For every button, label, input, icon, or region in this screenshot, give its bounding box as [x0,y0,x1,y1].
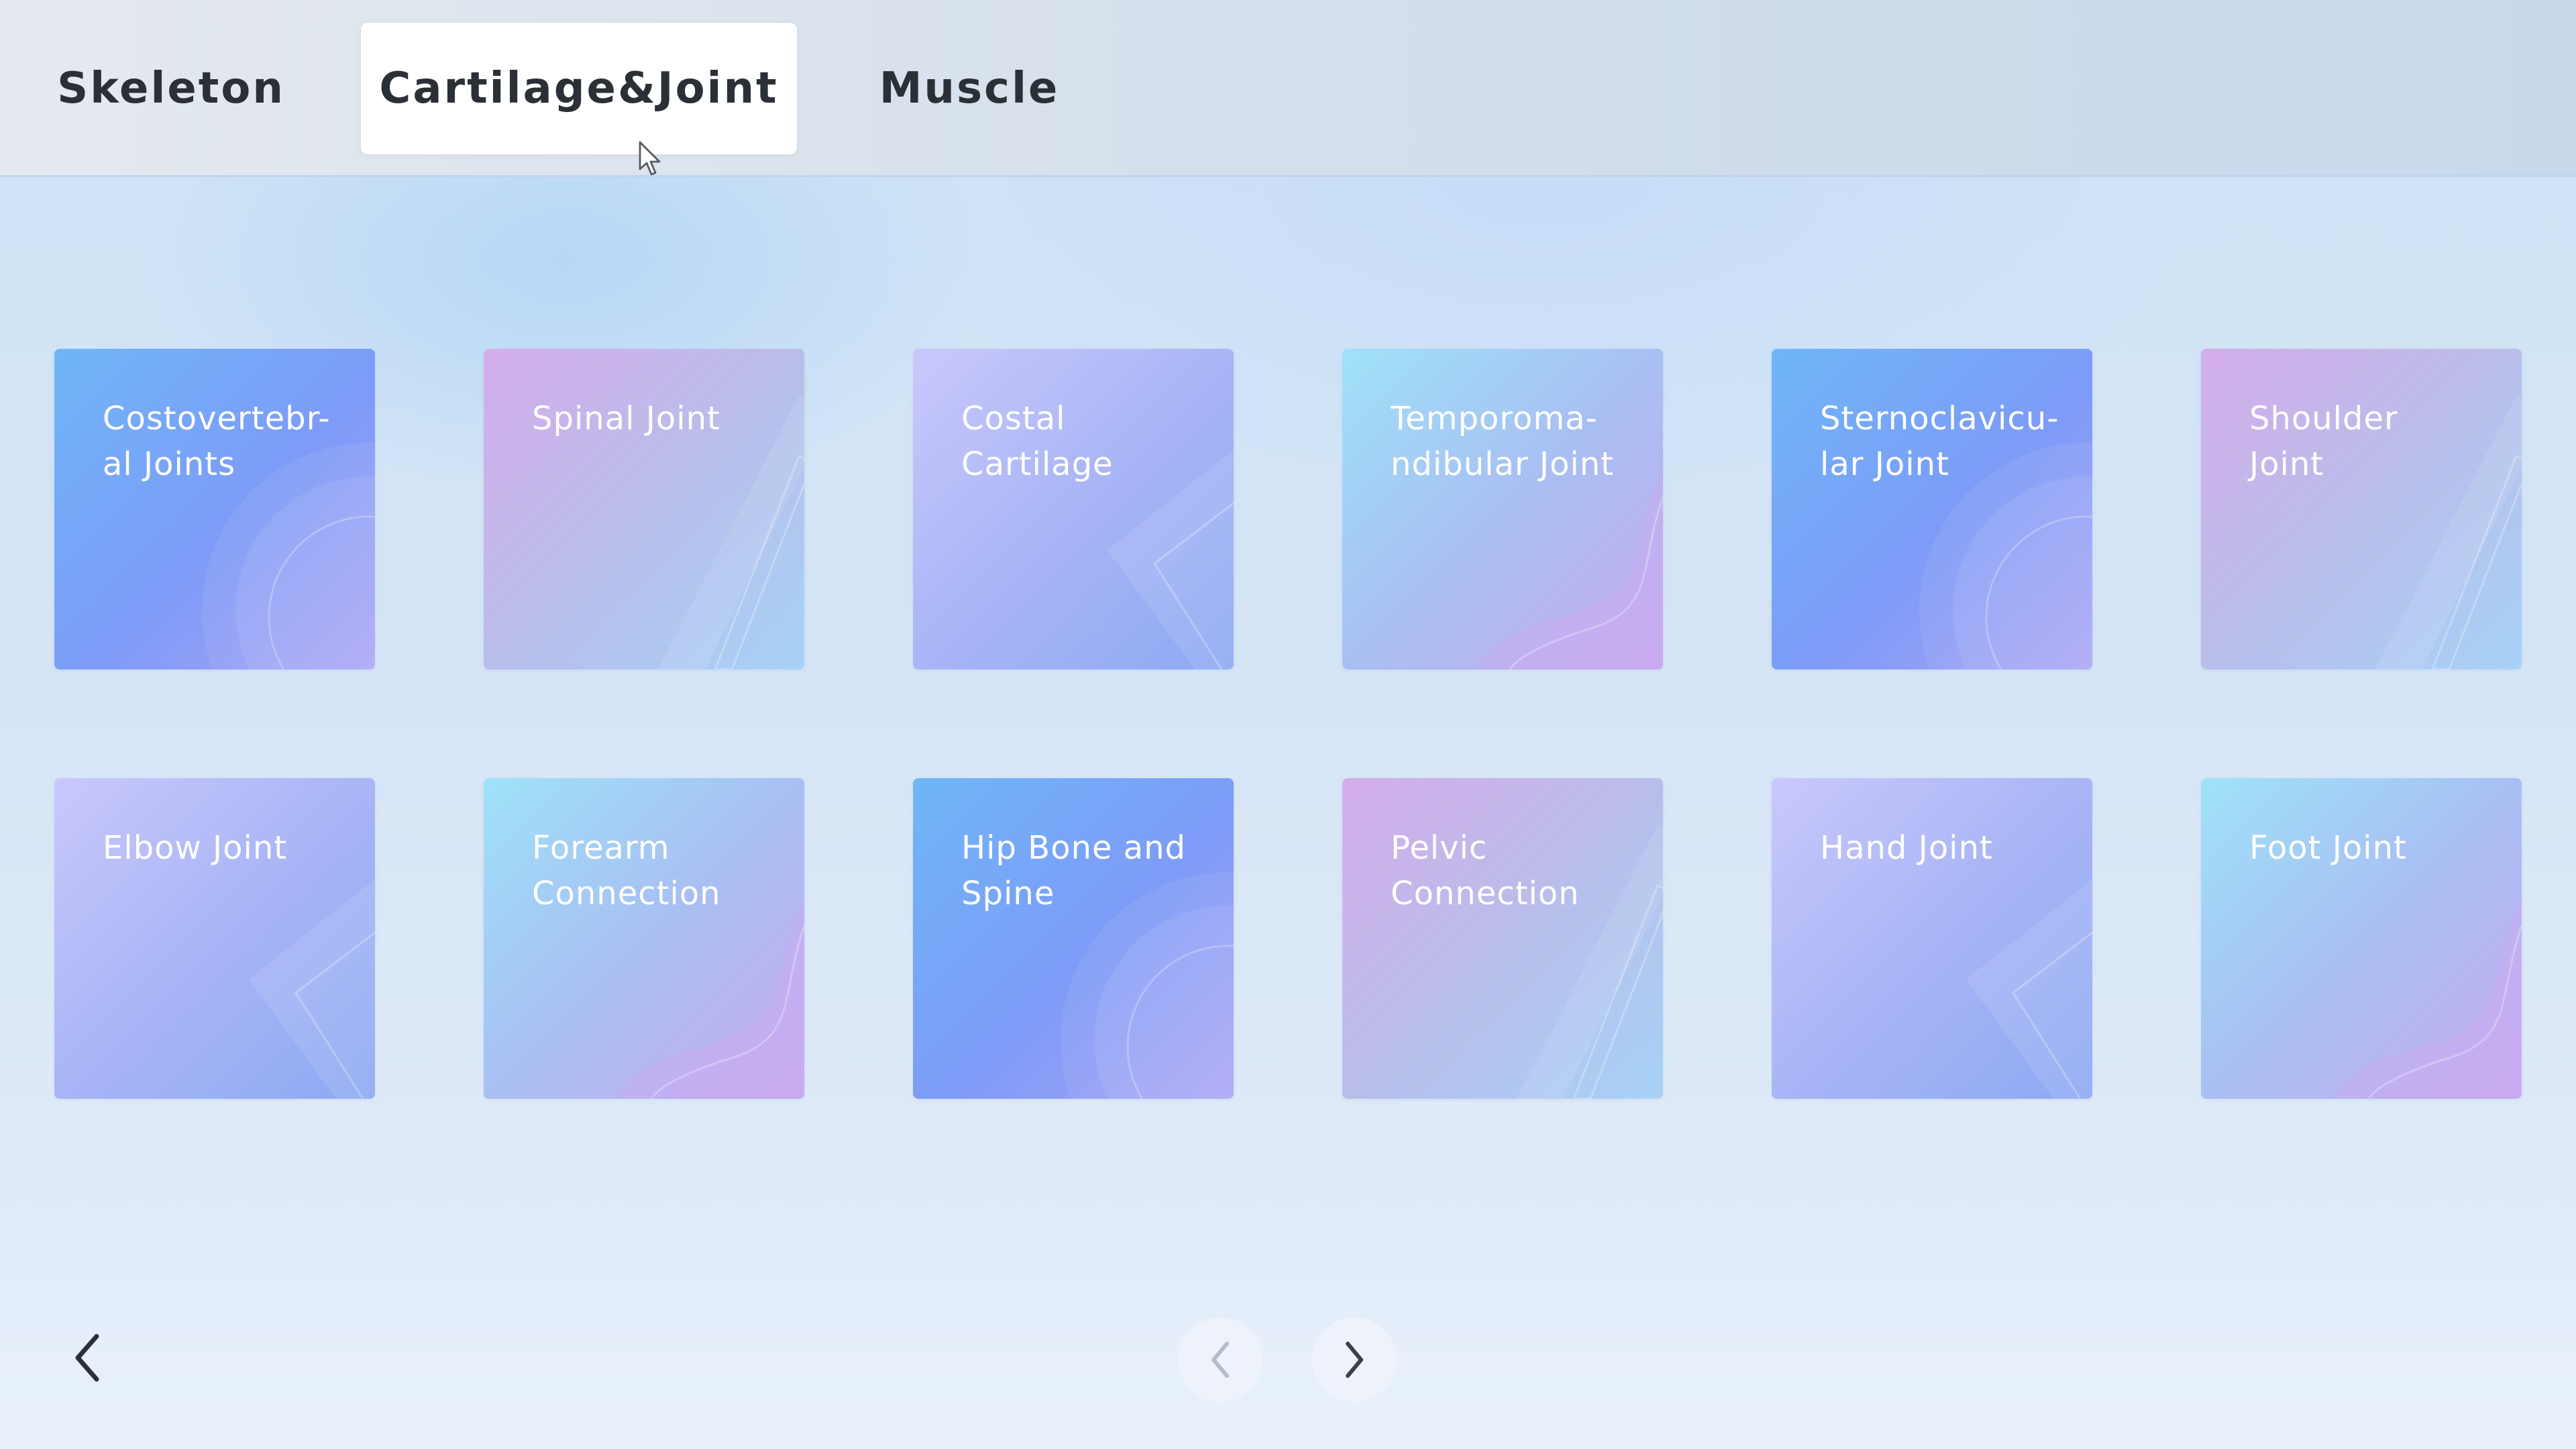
joint-tile-label: Costal Cartilage [961,400,1114,483]
joint-tile[interactable]: Hand Joint [1772,778,2092,1099]
joint-tile[interactable]: Forearm Connection [484,778,804,1099]
tab-cartilage-joint[interactable]: Cartilage&Joint [361,23,797,154]
tab-muscle[interactable]: Muscle [865,23,1073,154]
chevron-left-icon [1212,1342,1229,1378]
joint-tile[interactable]: Shoulder Joint [2201,349,2522,669]
tab-skeleton[interactable]: Skeleton [47,23,295,154]
joint-tile-label: Foot Joint [2249,829,2407,867]
joint-tile-label: Hand Joint [1820,829,1993,867]
joint-tile-label: Shoulder Joint [2249,400,2398,483]
bottom-bar [0,1269,2576,1449]
joint-tile-label: Forearm Connection [532,829,721,912]
joint-tile-label: Spinal Joint [532,400,720,437]
joint-tile-label: Pelvic Connection [1391,829,1580,912]
back-button[interactable] [60,1324,114,1391]
chevron-left-icon [75,1334,99,1382]
joint-tile[interactable]: Costal Cartilage [913,349,1234,669]
joint-tile[interactable]: Elbow Joint [54,778,375,1099]
joint-tile[interactable]: Temporoma- ndibular Joint [1342,349,1663,669]
joint-tile[interactable]: Hip Bone and Spine [913,778,1234,1099]
joint-tile-label: Costovertebr- al Joints [103,400,331,483]
joint-tile[interactable]: Spinal Joint [484,349,804,669]
joint-tile[interactable]: Foot Joint [2201,778,2522,1099]
next-page-button[interactable] [1312,1318,1397,1402]
tab-bar: Skeleton Cartilage&Joint Muscle [0,0,2576,177]
joint-tile[interactable]: Pelvic Connection [1342,778,1663,1099]
joint-tile-label: Temporoma- ndibular Joint [1391,400,1614,483]
chevron-right-icon [1346,1342,1363,1378]
joint-tile-label: Hip Bone and Spine [961,829,1186,912]
joint-tile-label: Elbow Joint [103,829,288,867]
joint-tile[interactable]: Sternoclavicu- lar Joint [1772,349,2092,669]
mouse-cursor-icon [639,141,661,176]
previous-page-button[interactable] [1178,1318,1263,1402]
joint-tile-label: Sternoclavicu- lar Joint [1820,400,2059,483]
joint-tile[interactable]: Costovertebr- al Joints [54,349,375,669]
